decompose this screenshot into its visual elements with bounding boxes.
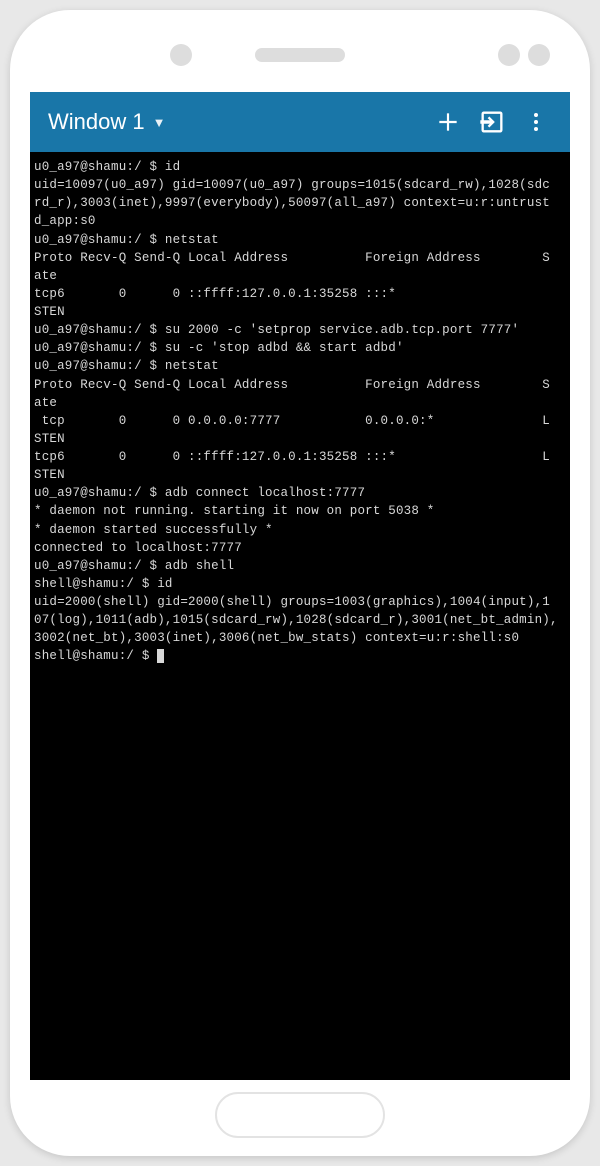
home-button[interactable] [215,1092,385,1138]
more-vert-icon [524,110,548,134]
sensor-dot-right-2 [528,44,550,66]
sensor-dot-left [170,44,192,66]
chevron-down-icon: ▼ [153,115,166,130]
more-button[interactable] [514,100,558,144]
speaker-slot [255,48,345,62]
send-button[interactable] [470,100,514,144]
screen: Window 1 ▼ [30,92,570,1080]
add-button[interactable] [426,100,470,144]
plus-icon [435,109,461,135]
terminal-cursor [157,649,164,663]
window-label: Window 1 [48,109,145,135]
export-icon [478,108,506,136]
window-selector[interactable]: Window 1 ▼ [48,109,426,135]
toolbar: Window 1 ▼ [30,92,570,152]
terminal-output[interactable]: u0_a97@shamu:/ $ id uid=10097(u0_a97) gi… [30,152,570,1080]
phone-frame: Window 1 ▼ [10,10,590,1156]
sensor-dot-right-1 [498,44,520,66]
